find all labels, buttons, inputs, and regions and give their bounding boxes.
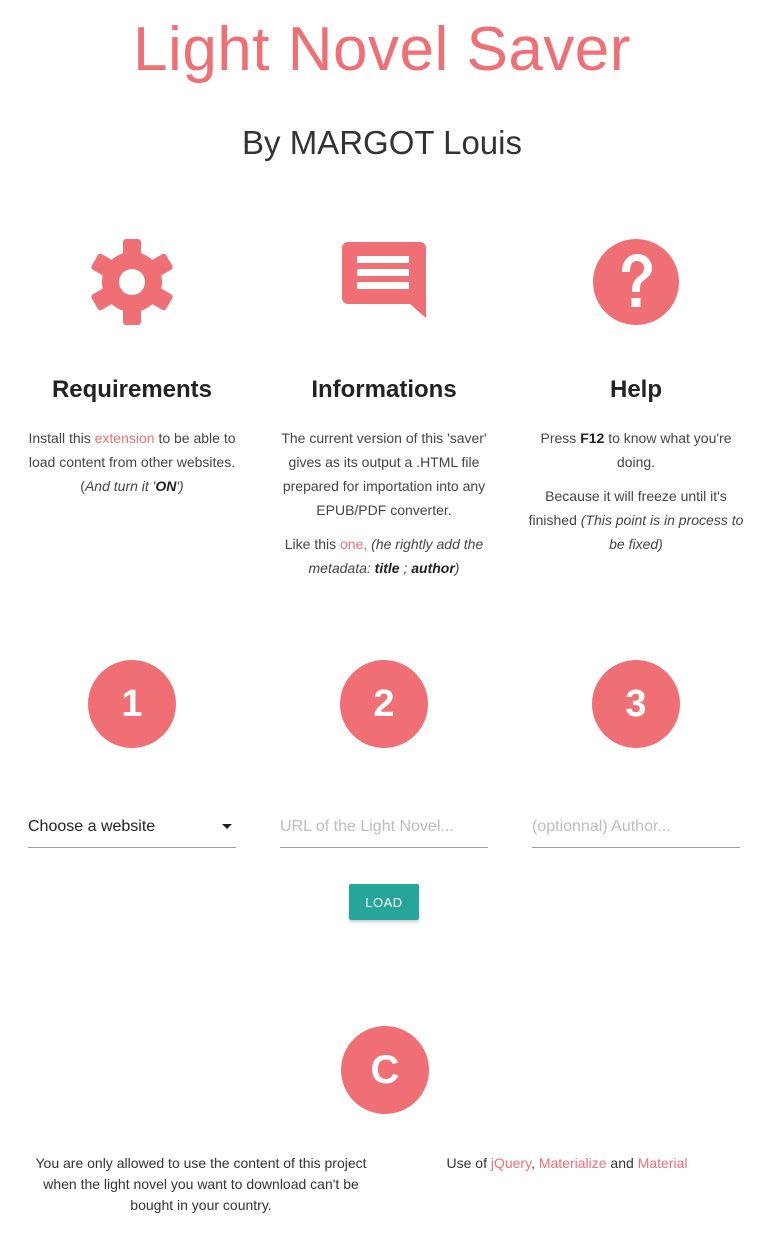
c-badge: C <box>341 1026 429 1114</box>
page-title: Light Novel Saver <box>133 15 631 84</box>
one-link[interactable]: one <box>340 536 363 552</box>
website-select[interactable]: Choose a website <box>28 804 236 848</box>
requirements-heading: Requirements <box>51 376 213 403</box>
step-3-badge: 3 <box>592 660 680 748</box>
materialize-link[interactable]: Materialize <box>539 1155 607 1171</box>
requirements-text: Install this extension to be able to loa… <box>28 430 236 494</box>
step-2-badge: 2 <box>340 660 428 748</box>
url-field <box>280 804 488 848</box>
informations-text: The current version of this 'saver' give… <box>281 430 487 576</box>
page-subtitle: By MARGOT Louis <box>242 124 522 161</box>
author-input[interactable] <box>532 817 740 836</box>
help-heading: Help <box>609 376 662 403</box>
step-1-badge: 1 <box>88 660 176 748</box>
extension-link[interactable]: extension <box>95 430 155 446</box>
website-select-value: Choose a website <box>28 817 156 835</box>
help-text: Press F12 to know what you're doing. Bec… <box>528 430 744 552</box>
material-link[interactable]: Material <box>638 1155 688 1171</box>
message-icon <box>268 238 500 328</box>
gear-icon <box>16 238 248 328</box>
caret-down-icon <box>222 824 232 829</box>
credits-text: Use of jQuery, Materialize and Material <box>446 1155 688 1171</box>
disclaimer-text: You are only allowed to use the content … <box>35 1155 367 1213</box>
help-icon <box>520 238 752 328</box>
informations-heading: Informations <box>311 376 457 403</box>
load-button[interactable]: LOAD <box>349 884 419 920</box>
url-input[interactable] <box>280 817 488 836</box>
jquery-link[interactable]: jQuery <box>491 1155 531 1171</box>
author-field <box>532 804 740 848</box>
